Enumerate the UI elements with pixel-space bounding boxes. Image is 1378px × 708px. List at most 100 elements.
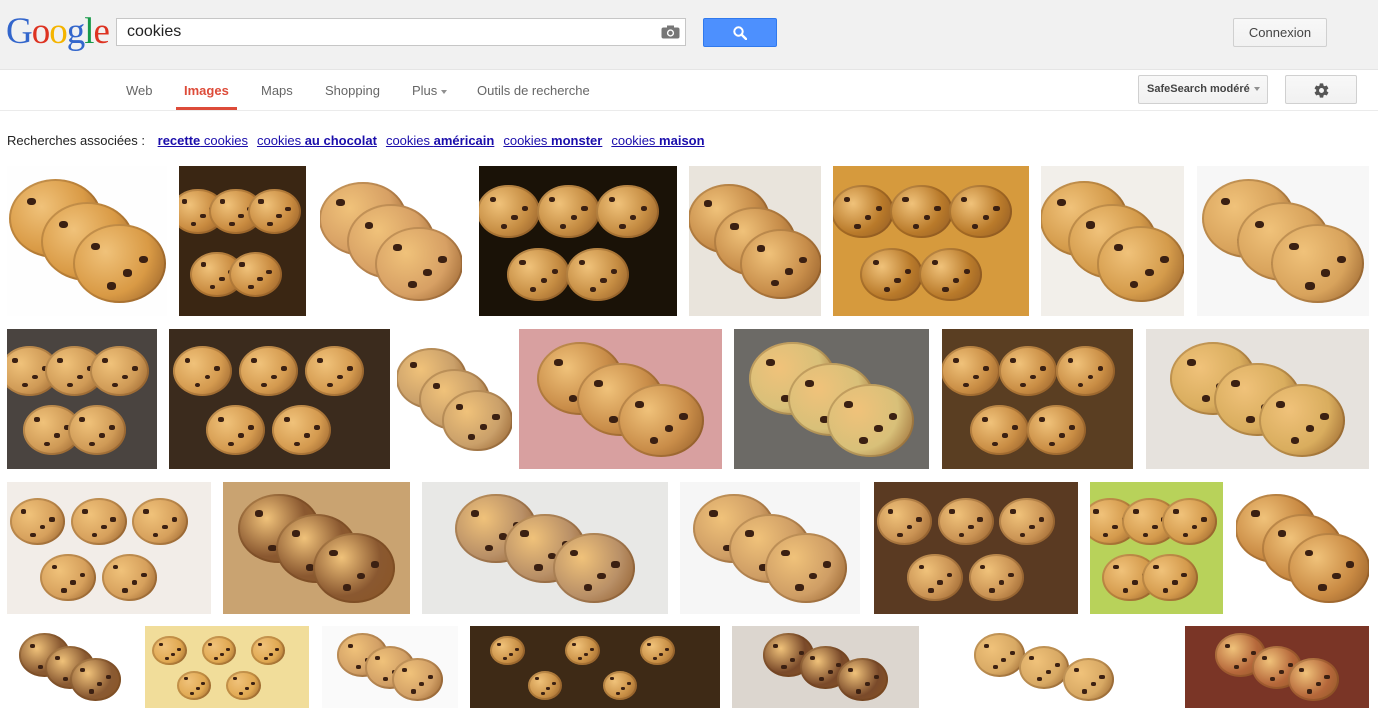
chocolate-chip (615, 691, 620, 695)
chocolate-chip (809, 572, 818, 580)
safesearch-dropdown[interactable]: SafeSearch modéré (1138, 75, 1268, 104)
image-result-thumbnail[interactable] (145, 626, 309, 708)
chocolate-chip (553, 358, 563, 366)
image-result-thumbnail[interactable] (1185, 626, 1369, 708)
image-result-thumbnail[interactable] (470, 626, 720, 708)
chocolate-chip (44, 441, 51, 447)
chocolate-chip (1290, 437, 1300, 445)
chocolate-chip (329, 549, 338, 557)
chocolate-chip (1162, 588, 1169, 593)
signin-button[interactable]: Connexion (1233, 18, 1327, 47)
image-result-thumbnail[interactable] (680, 482, 860, 614)
chocolate-chip (131, 580, 138, 585)
chocolate-chip (1010, 509, 1016, 514)
chocolate-chip (285, 206, 291, 211)
chocolate-chip (1159, 256, 1169, 264)
image-result-thumbnail[interactable] (422, 482, 668, 614)
image-result-thumbnail[interactable] (833, 166, 1029, 316)
image-result-thumbnail[interactable] (519, 329, 722, 469)
related-search-link[interactable]: cookies maison (611, 133, 704, 148)
search-input[interactable] (117, 19, 653, 45)
tab-maps[interactable]: Maps (261, 83, 293, 98)
chocolate-chip (410, 362, 418, 368)
chocolate-chip (559, 223, 567, 229)
chocolate-chip (34, 416, 41, 422)
chocolate-chip (1304, 549, 1313, 557)
image-result-thumbnail[interactable] (874, 482, 1078, 614)
chocolate-chip (897, 532, 903, 538)
chocolate-chip (1320, 413, 1329, 420)
related-search-link[interactable]: cookies américain (386, 133, 494, 148)
image-result-thumbnail[interactable] (397, 329, 512, 469)
related-search-link[interactable]: cookies au chocolat (257, 133, 377, 148)
chocolate-chip (942, 286, 949, 292)
image-result-thumbnail[interactable] (322, 626, 458, 708)
tab-web[interactable]: Web (126, 83, 153, 98)
chocolate-chip (1085, 221, 1095, 229)
chocolate-chip (923, 214, 930, 220)
cookie-shape (566, 247, 630, 302)
chocolate-chip (313, 425, 320, 430)
chocolate-chip (1046, 670, 1052, 675)
search-button[interactable] (703, 18, 777, 47)
chocolate-chip (1346, 561, 1355, 568)
image-result-thumbnail[interactable] (179, 166, 306, 316)
image-result-thumbnail[interactable] (689, 166, 821, 316)
cookie-shape (1027, 405, 1086, 456)
chocolate-chip (270, 374, 277, 380)
tab-search-tools[interactable]: Outils de recherche (477, 83, 590, 98)
image-result-thumbnail[interactable] (1236, 482, 1369, 614)
chocolate-chip (581, 205, 588, 211)
settings-button[interactable] (1285, 75, 1357, 104)
related-search-link[interactable]: recette cookies (158, 133, 248, 148)
image-result-thumbnail[interactable] (732, 626, 919, 708)
chocolate-chip (1277, 529, 1287, 537)
chocolate-chip (1231, 379, 1241, 387)
chocolate-chip (1040, 366, 1047, 371)
cookie-shape (617, 383, 705, 458)
cookie-shape (479, 184, 541, 239)
chocolate-chip (1037, 677, 1043, 682)
chocolate-chip (356, 664, 362, 669)
tab-shopping[interactable]: Shopping (325, 83, 380, 98)
chocolate-chip (594, 379, 604, 387)
cookie-shape (565, 636, 600, 666)
chocolate-chip (410, 689, 416, 694)
tab-plus[interactable]: Plus (412, 83, 448, 98)
chocolate-chip (653, 657, 657, 661)
image-result-thumbnail[interactable] (7, 166, 167, 316)
image-result-thumbnail[interactable] (223, 482, 410, 614)
tab-images[interactable]: Images (184, 83, 229, 98)
chocolate-chip (76, 374, 83, 380)
chocolate-chip (540, 691, 545, 695)
chocolate-chip (1114, 243, 1124, 252)
image-result-thumbnail[interactable] (932, 626, 1156, 708)
image-result-thumbnail[interactable] (479, 166, 677, 316)
image-result-thumbnail[interactable] (1197, 166, 1369, 316)
chocolate-chip (122, 588, 128, 593)
related-link-bold: au chocolat (304, 133, 377, 148)
chocolate-chip (781, 664, 787, 669)
google-logo[interactable]: Google (6, 12, 110, 52)
image-result-thumbnail[interactable] (7, 329, 157, 469)
camera-icon[interactable] (661, 25, 680, 44)
chocolate-chip (220, 199, 226, 204)
image-result-thumbnail[interactable] (7, 626, 133, 708)
image-result-thumbnail[interactable] (169, 329, 390, 469)
chocolate-chip (371, 561, 380, 568)
chocolate-chip (337, 374, 343, 380)
image-result-thumbnail[interactable] (1090, 482, 1223, 614)
image-result-thumbnail[interactable] (1146, 329, 1369, 469)
chocolate-chip (983, 643, 989, 648)
chocolate-chip (54, 433, 61, 439)
image-result-thumbnail[interactable] (734, 329, 929, 469)
related-search-link[interactable]: cookies monster (503, 133, 602, 148)
chocolate-chip (1321, 269, 1331, 277)
image-result-thumbnail[interactable] (7, 482, 211, 614)
chocolate-chip (492, 414, 500, 420)
chocolate-chip (131, 366, 138, 371)
image-result-thumbnail[interactable] (1041, 166, 1184, 316)
image-result-thumbnail[interactable] (942, 329, 1133, 469)
cookie-shape (938, 498, 994, 546)
image-result-thumbnail[interactable] (320, 166, 462, 316)
